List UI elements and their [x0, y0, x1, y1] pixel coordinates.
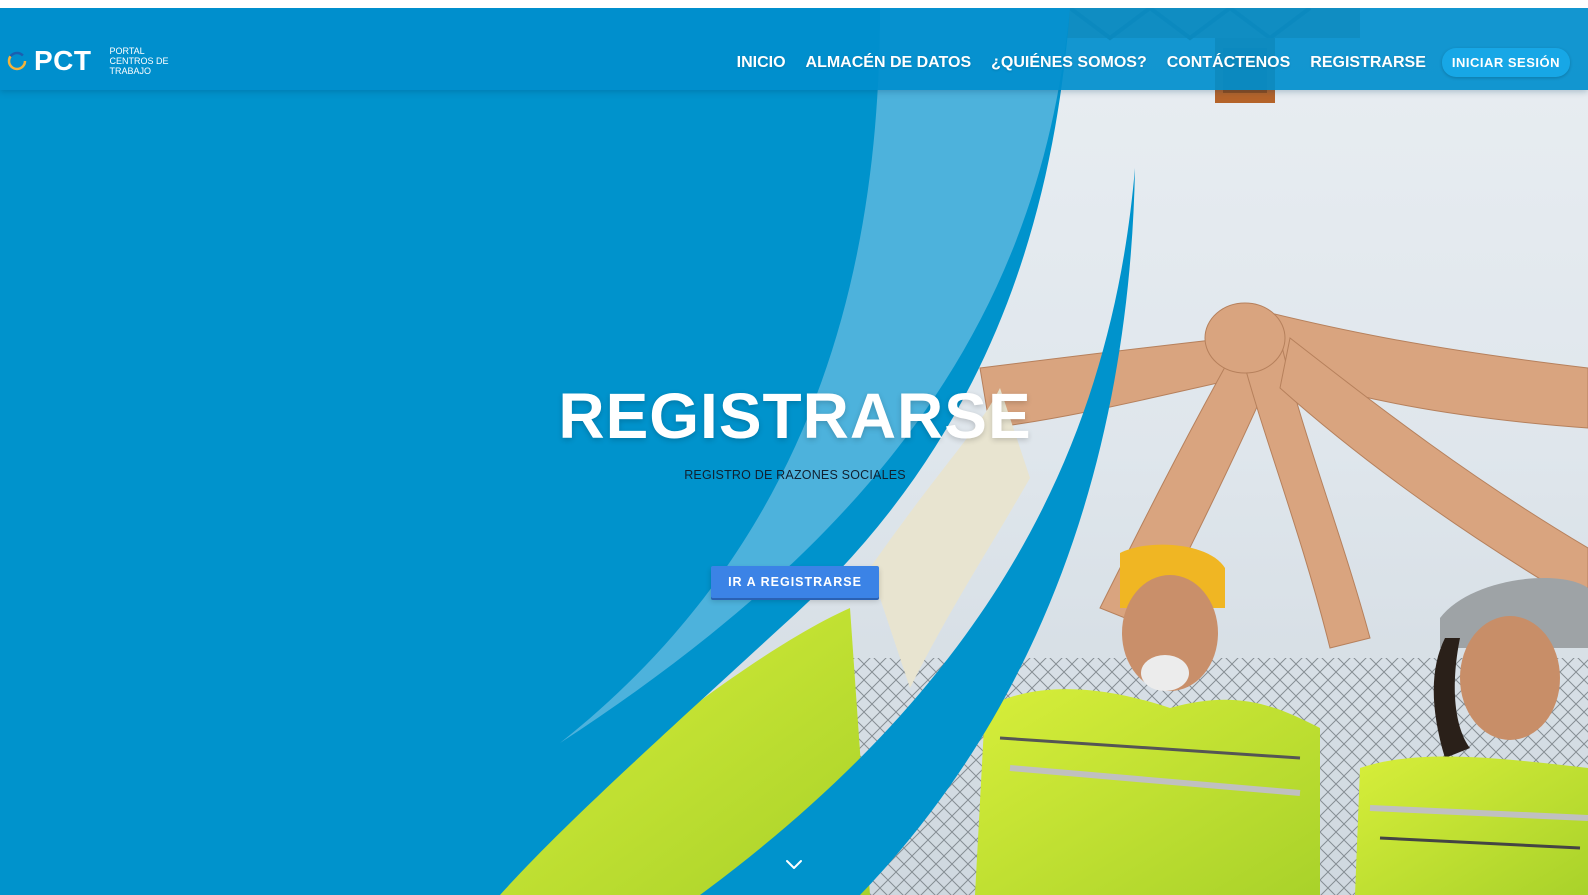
go-to-register-button[interactable]: IR A REGISTRARSE: [711, 566, 879, 598]
nav-item-almacen-de-datos[interactable]: ALMACÉN DE DATOS: [806, 54, 972, 72]
login-button[interactable]: INICIAR SESIÓN: [1441, 48, 1570, 77]
nav-item-registrarse[interactable]: REGISTRARSE: [1310, 54, 1426, 72]
swirl-logo-icon: [7, 51, 27, 71]
top-navbar: PCT PORTAL CENTROS DE TRABAJO INICIO ALM…: [0, 8, 1588, 90]
nav-item-inicio[interactable]: INICIO: [737, 54, 786, 72]
page-frame: PCT PORTAL CENTROS DE TRABAJO INICIO ALM…: [0, 8, 1588, 895]
hero-section: REGISTRARSE REGISTRO DE RAZONES SOCIALES…: [0, 8, 1588, 895]
hero-subtitle: REGISTRO DE RAZONES SOCIALES: [684, 468, 906, 482]
brand-name: PCT: [34, 45, 92, 76]
hero-title: REGISTRARSE: [558, 380, 1032, 452]
nav-item-quienes-somos[interactable]: ¿QUIÉNES SOMOS?: [991, 54, 1147, 72]
brand-logo[interactable]: PCT PORTAL CENTROS DE TRABAJO: [6, 46, 180, 76]
brand-subtitle: PORTAL CENTROS DE TRABAJO: [109, 46, 169, 76]
nav-item-contactenos[interactable]: CONTÁCTENOS: [1167, 54, 1291, 72]
chevron-down-icon[interactable]: [784, 858, 804, 872]
main-nav: INICIO ALMACÉN DE DATOS ¿QUIÉNES SOMOS? …: [717, 48, 1570, 77]
